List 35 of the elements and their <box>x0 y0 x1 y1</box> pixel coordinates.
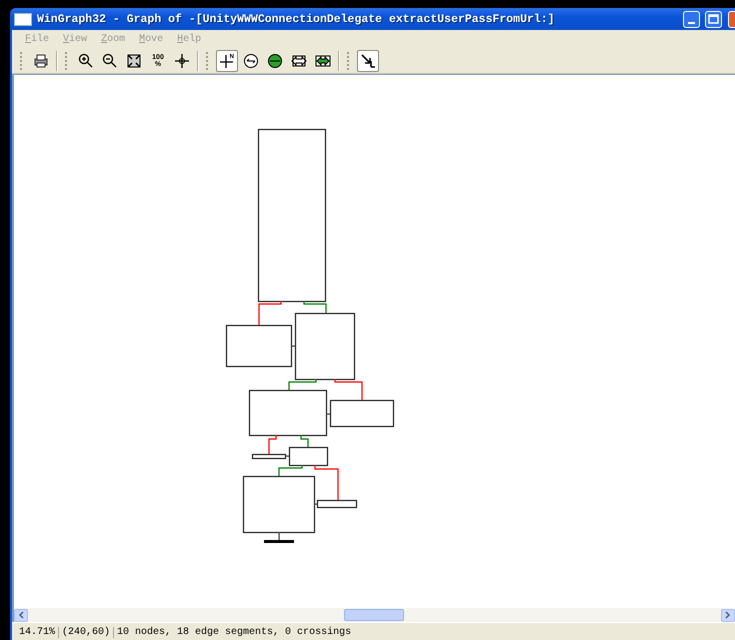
end-node[interactable] <box>264 540 294 543</box>
graph-edge <box>285 456 289 457</box>
close-button[interactable] <box>728 10 735 28</box>
graph-edge <box>326 414 330 415</box>
scroll-left-button[interactable] <box>14 608 28 622</box>
zoom-out-icon <box>101 52 119 70</box>
window-icon <box>14 12 32 26</box>
graph-node[interactable] <box>294 312 356 380</box>
pointer-arrow-icon <box>359 52 377 70</box>
graph-node[interactable] <box>258 128 326 302</box>
graph-node[interactable] <box>242 476 316 534</box>
graph-node[interactable] <box>288 446 328 466</box>
scrollbar-thumb[interactable] <box>344 609 404 621</box>
minimize-icon <box>688 22 695 24</box>
zoom-in-icon <box>77 52 95 70</box>
status-text: 14.71% <box>16 626 60 638</box>
fit-window-icon <box>125 52 143 70</box>
graph-node[interactable] <box>316 500 358 508</box>
window-title: WinGraph32 - Graph of -[UnityWWWConnectionDelegate extractUserPassFromUrl:] <box>37 12 556 26</box>
maximize-button[interactable] <box>705 10 722 28</box>
graph-node[interactable] <box>330 400 394 428</box>
graph-node[interactable] <box>252 454 286 460</box>
graph-node[interactable] <box>226 324 292 368</box>
filled-circle-icon <box>266 52 284 70</box>
printer-icon <box>32 52 50 70</box>
status-text: 10 nodes, 18 edge segments, 0 crossings <box>116 626 352 638</box>
graph-node[interactable] <box>248 390 328 436</box>
graph-edge <box>291 346 295 347</box>
maximize-icon <box>708 14 719 24</box>
minimize-button[interactable] <box>683 10 700 28</box>
scroll-right-button[interactable] <box>721 608 735 622</box>
crosshair-icon <box>173 52 191 70</box>
graph-edge <box>314 504 317 505</box>
status-text: (240,60) <box>59 626 114 638</box>
toolbar-button[interactable] <box>357 50 379 72</box>
